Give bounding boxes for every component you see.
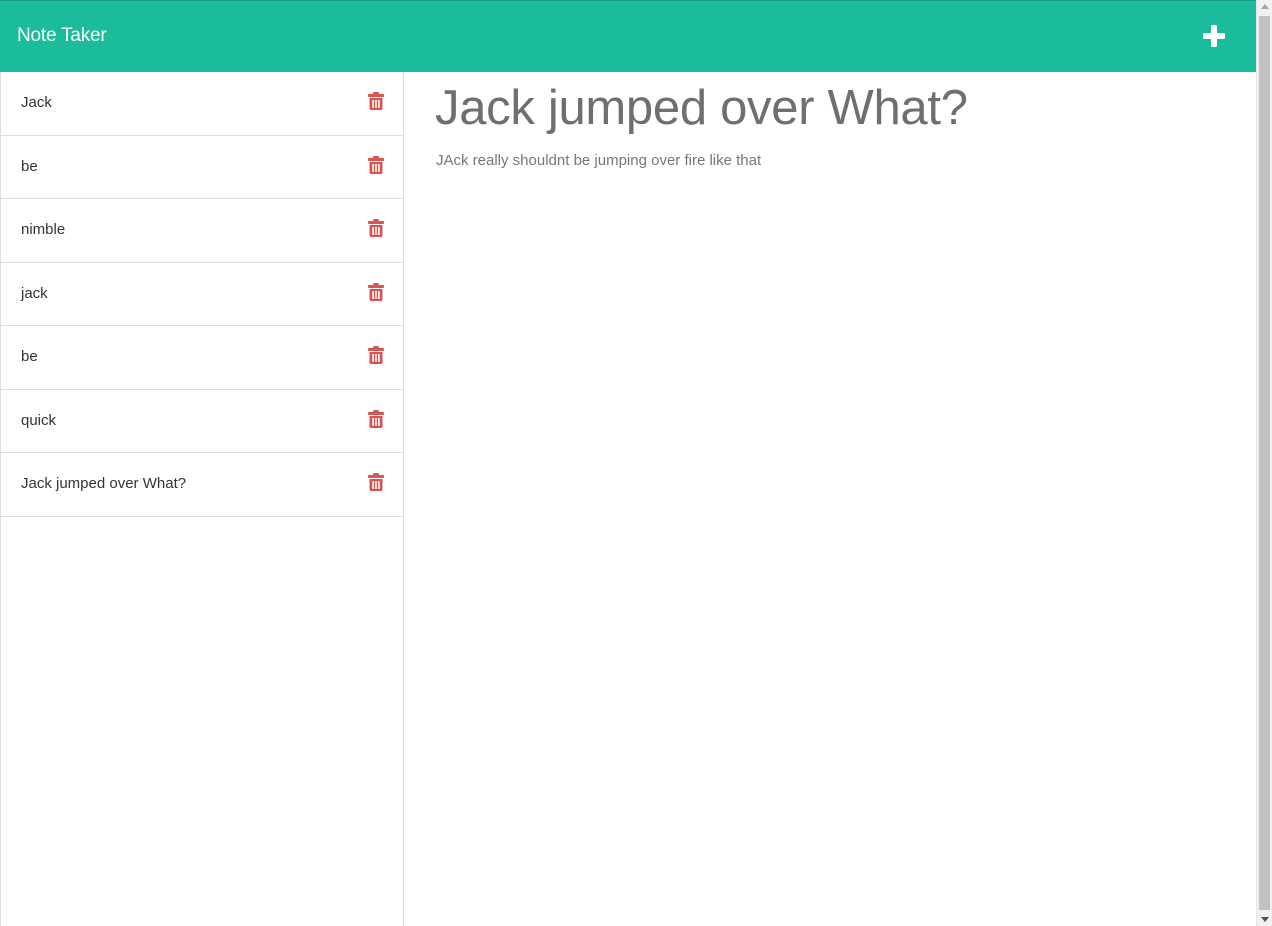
trash-icon <box>368 473 384 491</box>
delete-note-button[interactable] <box>368 219 384 237</box>
delete-note-button[interactable] <box>368 92 384 110</box>
note-title: Jack jumped over What? <box>21 475 187 492</box>
scroll-up-arrow-icon[interactable] <box>1261 4 1269 9</box>
delete-note-button[interactable] <box>368 473 384 491</box>
note-view: Jack jumped over What? JAck really shoul… <box>404 72 1256 926</box>
trash-icon <box>368 155 384 174</box>
note-title: be <box>21 348 38 365</box>
note-list: Jack be nimble jack be quick Jack jumped… <box>1 72 403 517</box>
note-list-item[interactable]: Jack <box>1 72 403 136</box>
delete-note-button[interactable] <box>368 409 384 428</box>
note-text-area[interactable]: JAck really shouldnt be jumping over fir… <box>436 152 761 169</box>
note-list-item[interactable]: be <box>1 326 403 390</box>
delete-note-button[interactable] <box>368 282 384 301</box>
note-title: quick <box>21 411 57 429</box>
vertical-scrollbar[interactable] <box>1256 0 1272 926</box>
note-title: nimble <box>21 221 66 238</box>
note-list-item[interactable]: jack <box>1 263 403 326</box>
trash-icon <box>368 409 384 428</box>
note-taker-page: Note Taker Jack be nimble jack be quick … <box>0 0 1272 926</box>
note-list-item[interactable]: nimble <box>1 199 403 263</box>
trash-icon <box>368 282 384 301</box>
delete-note-button[interactable] <box>368 346 384 364</box>
note-title-input[interactable]: Jack jumped over What? <box>435 80 968 136</box>
new-note-button[interactable] <box>1200 22 1228 50</box>
note-title: be <box>21 157 38 175</box>
note-list-item[interactable]: be <box>1 136 403 199</box>
trash-icon <box>368 346 384 364</box>
note-list-item[interactable]: quick <box>1 390 403 453</box>
scroll-thumb[interactable] <box>1259 16 1270 910</box>
trash-icon <box>368 92 384 110</box>
note-list-item[interactable]: Jack jumped over What? <box>1 453 403 517</box>
trash-icon <box>368 219 384 237</box>
delete-note-button[interactable] <box>368 155 384 174</box>
note-list-sidebar: Jack be nimble jack be quick Jack jumped… <box>0 72 404 926</box>
plus-icon <box>1203 25 1225 47</box>
navbar: Note Taker <box>0 0 1256 72</box>
note-title: Jack <box>21 94 52 111</box>
scroll-down-arrow-icon[interactable] <box>1261 917 1269 922</box>
app-title[interactable]: Note Taker <box>17 1 107 73</box>
note-title: jack <box>21 284 48 302</box>
